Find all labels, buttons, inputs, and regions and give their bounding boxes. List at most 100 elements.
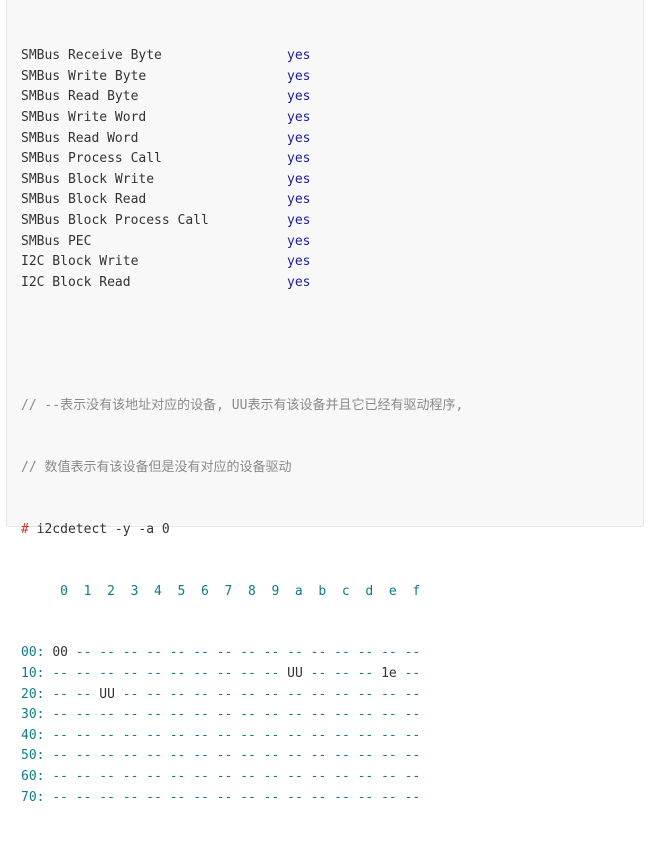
functionality-row: SMBus Block Read yes	[21, 190, 463, 211]
hex-cell: --	[146, 768, 162, 784]
hex-cell: --	[263, 707, 280, 723]
hex-cell: --	[404, 789, 421, 805]
hex-cell: --	[404, 686, 421, 702]
hex-cell: --	[240, 748, 256, 764]
hex-cell: --	[122, 789, 139, 805]
hex-cell: --	[357, 645, 374, 661]
hex-cell: --	[193, 768, 209, 784]
hex-cell: --	[310, 666, 327, 681]
functionality-name: I2C Block Write	[21, 254, 139, 270]
hex-cell: --	[52, 686, 68, 702]
functionality-name: SMBus Block Process Call	[21, 212, 209, 228]
hex-cell: --	[193, 727, 209, 743]
functionality-value: yes	[287, 68, 311, 84]
hex-cell: --	[146, 748, 162, 764]
functionality-name: SMBus Write Byte	[21, 68, 147, 84]
hex-row-label: 60:	[21, 768, 45, 784]
hex-cell: --	[146, 686, 162, 702]
hex-cell: --	[334, 686, 350, 702]
functionality-value: yes	[287, 89, 311, 105]
hex-cell: --	[99, 666, 115, 681]
hex-cell: --	[240, 789, 256, 805]
hex-cell: --	[216, 789, 233, 805]
hex-cell: --	[287, 645, 303, 661]
hex-cell: --	[310, 645, 327, 661]
functionality-list: SMBus Receive Byte yes SMBus Write Byte yes…	[21, 46, 463, 293]
hex-cell: --	[193, 707, 209, 723]
hex-cell: --	[169, 645, 186, 661]
hex-row-label: 30:	[21, 707, 45, 723]
functionality-name: SMBus Read Word	[21, 130, 139, 146]
hex-cell: --	[404, 707, 421, 723]
hex-cell: --	[240, 666, 256, 681]
hex-cell: UU	[99, 686, 115, 702]
hex-cell: --	[99, 789, 115, 805]
hex-cell: --	[75, 768, 92, 784]
hex-cell: --	[381, 727, 397, 743]
hex-cell: --	[404, 727, 421, 743]
hex-cell: --	[357, 666, 374, 681]
hex-cell: --	[193, 748, 209, 764]
functionality-row: SMBus Receive Byte yes	[21, 46, 463, 67]
comment-line-2: // 数值表示有该设备但是没有对应的设备驱动	[21, 460, 292, 476]
hex-cell: --	[75, 707, 92, 723]
hex-row: 40: -- -- -- -- -- -- -- -- -- -- -- -- …	[21, 726, 463, 747]
hex-cell: --	[216, 748, 233, 764]
hex-cell: --	[404, 666, 421, 681]
hex-cell: --	[52, 789, 68, 805]
hex-row: 10: -- -- -- -- -- -- -- -- -- -- UU -- …	[21, 664, 463, 685]
hex-cell: --	[287, 707, 303, 723]
functionality-name: SMBus Write Word	[21, 109, 147, 125]
hex-cell: --	[240, 645, 256, 661]
hex-cell: --	[75, 686, 92, 702]
hex-cell: 00	[52, 645, 68, 661]
hex-cell: --	[381, 707, 397, 723]
hex-cell: --	[122, 707, 139, 723]
functionality-row: SMBus Read Byte yes	[21, 87, 463, 108]
hex-cell: --	[99, 645, 115, 661]
hex-cell: --	[287, 768, 303, 784]
hex-cell: --	[381, 768, 397, 784]
functionality-value: yes	[287, 274, 311, 290]
hex-cell: --	[99, 707, 115, 723]
hex-cell: --	[146, 707, 162, 723]
hex-cell: --	[146, 727, 162, 743]
command-line: # i2cdetect -y -a 0	[21, 520, 463, 541]
functionality-value: yes	[287, 254, 311, 270]
hex-row: 50: -- -- -- -- -- -- -- -- -- -- -- -- …	[21, 746, 463, 767]
hex-cell: --	[263, 727, 280, 743]
hex-cell: --	[122, 727, 139, 743]
functionality-name: I2C Block Read	[21, 274, 131, 290]
hex-cell: --	[287, 727, 303, 743]
functionality-row: SMBus Read Word yes	[21, 129, 463, 150]
hex-cell: --	[169, 686, 186, 702]
functionality-row: SMBus Block Write yes	[21, 170, 463, 191]
hex-cell: --	[357, 707, 374, 723]
functionality-row: SMBus Process Call yes	[21, 149, 463, 170]
hex-cell: --	[122, 645, 139, 661]
hex-cell: --	[404, 748, 421, 764]
functionality-row: SMBus Block Process Call yes	[21, 211, 463, 232]
hex-cell: --	[310, 748, 327, 764]
hex-cell: --	[169, 768, 186, 784]
hex-cell: --	[240, 768, 256, 784]
hex-cell: --	[52, 666, 68, 681]
hex-cell: --	[75, 748, 92, 764]
hex-cell: --	[357, 768, 374, 784]
functionality-value: yes	[287, 109, 311, 125]
hex-cell: --	[310, 768, 327, 784]
hex-cell: --	[216, 768, 233, 784]
functionality-name: SMBus Block Read	[21, 192, 147, 208]
functionality-value: yes	[287, 171, 311, 187]
hex-cell: --	[122, 666, 139, 681]
hex-row-label: 70:	[21, 789, 45, 805]
hex-cell: --	[193, 645, 209, 661]
hex-cell: --	[52, 768, 68, 784]
hex-row-label: 50:	[21, 748, 45, 764]
hex-cell: --	[357, 789, 374, 805]
hex-cell: --	[216, 686, 233, 702]
hex-cell: --	[263, 666, 280, 681]
functionality-row: I2C Block Write yes	[21, 252, 463, 273]
hex-cell: --	[193, 789, 209, 805]
hex-cell: --	[193, 666, 209, 681]
